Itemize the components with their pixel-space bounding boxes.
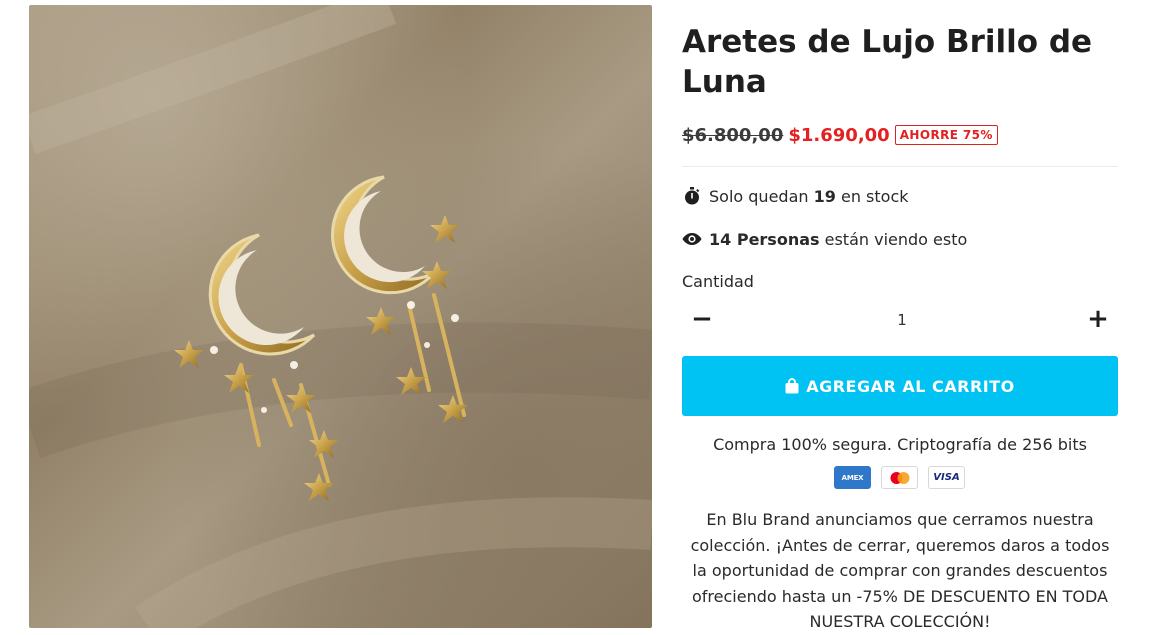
viewers-count: 14 Personas (709, 229, 820, 249)
mastercard-card-icon (881, 466, 918, 489)
product-description: En Blu Brand anunciamos que cerramos nue… (690, 510, 1110, 632)
original-price: $6.800,00 (682, 124, 784, 146)
quantity-increment-button[interactable]: + (1080, 304, 1116, 334)
payment-icons: AMEX VISA (834, 466, 965, 489)
viewers-suffix: están viendo esto (824, 229, 968, 249)
quantity-stepper: − + (682, 304, 1118, 334)
visa-label: VISA (933, 472, 960, 483)
stock-notice: Solo quedan 19 en stock (682, 186, 909, 206)
product-image[interactable] (29, 5, 652, 628)
quantity-decrement-button[interactable]: − (684, 304, 720, 334)
product-title: Aretes de Lujo Brillo de Luna (682, 24, 1093, 100)
discount-badge: AHORRE 75% (894, 125, 998, 145)
divider (682, 166, 1118, 167)
amex-label: AMEX (841, 473, 864, 482)
price-row: $6.800,00 $1.690,00 AHORRE 75% (682, 122, 998, 148)
stock-prefix: Solo quedan (709, 186, 809, 206)
amex-card-icon: AMEX (834, 466, 871, 489)
quantity-label: Cantidad (682, 272, 754, 291)
viewers-notice: 14 Personas están viendo esto (682, 229, 967, 249)
add-to-cart-button[interactable]: AGREGAR AL CARRITO (682, 356, 1118, 416)
stock-suffix: en stock (840, 186, 909, 206)
shopping-bag-icon (785, 378, 799, 394)
stock-count: 19 (813, 186, 836, 206)
add-to-cart-label: AGREGAR AL CARRITO (806, 376, 1015, 396)
earrings-illustration (29, 5, 652, 628)
stopwatch-icon (682, 186, 702, 206)
sale-price: $1.690,00 (788, 124, 890, 146)
quantity-input[interactable] (802, 307, 1002, 333)
visa-card-icon: VISA (928, 466, 965, 489)
eye-icon (682, 229, 702, 249)
secure-purchase-text: Compra 100% segura. Criptografía de 256 … (713, 435, 1087, 454)
